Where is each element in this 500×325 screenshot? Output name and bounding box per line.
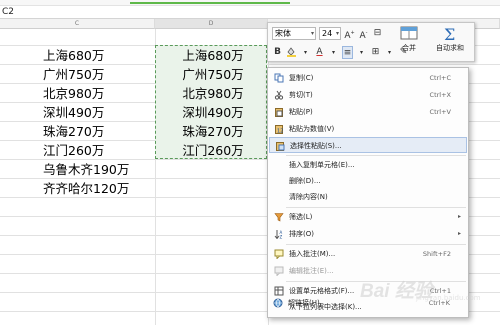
chevron-down-icon[interactable]: ▾ bbox=[328, 46, 339, 59]
menu-item-paste-special[interactable]: 选择性粘贴(S)... bbox=[269, 137, 467, 153]
copy-icon bbox=[274, 73, 284, 83]
font-name-select[interactable]: 宋体 ▾ bbox=[272, 26, 316, 40]
paste-values-icon: 12 bbox=[275, 125, 283, 135]
menu-item-copy[interactable]: 复制(C) Ctrl+C bbox=[269, 70, 467, 86]
sigma-icon: Σ bbox=[444, 25, 455, 43]
sort-icon: AZ bbox=[274, 230, 283, 240]
watermark-url: jingyan.baidu.com bbox=[416, 294, 481, 302]
autosum-label: 自动求和 bbox=[436, 44, 464, 52]
cell-c4[interactable]: 北京980万 bbox=[43, 84, 104, 103]
chevron-down-icon: ▾ bbox=[310, 29, 314, 37]
cell-c6[interactable]: 珠海270万 bbox=[43, 122, 104, 141]
column-header-c[interactable]: C bbox=[0, 19, 155, 29]
borders-icon[interactable]: ⊞ bbox=[370, 46, 381, 59]
svg-text:Σ: Σ bbox=[444, 25, 455, 43]
hyperlink-icon bbox=[273, 298, 283, 308]
cell-c2[interactable]: 上海680万 bbox=[43, 46, 104, 65]
fill-color-icon[interactable] bbox=[286, 46, 297, 59]
font-color-icon[interactable]: A bbox=[314, 46, 325, 59]
font-size-select[interactable]: 24 ▾ bbox=[319, 26, 341, 40]
filter-icon bbox=[274, 213, 284, 222]
paste-icon bbox=[275, 108, 283, 117]
align-center-icon[interactable]: ≡ bbox=[342, 45, 353, 59]
comment-icon bbox=[274, 249, 284, 259]
menu-separator bbox=[286, 155, 466, 156]
svg-text:Z: Z bbox=[280, 235, 283, 240]
menu-item-cut[interactable]: 剪切(T) Ctrl+X bbox=[269, 87, 467, 103]
cell-c3[interactable]: 广州750万 bbox=[43, 65, 104, 84]
menu-item-paste-values[interactable]: 12 粘贴为数值(V) bbox=[269, 121, 467, 137]
menu-item-paste[interactable]: 粘贴(P) Ctrl+V bbox=[269, 104, 467, 120]
cell-c9[interactable]: 齐齐哈尔120万 bbox=[43, 179, 129, 198]
mini-toolbar: 宋体 ▾ 24 ▾ A+ A- ⊟ B ▾ A ▾ ≡ ▾ ⊞ ▾ ✎ 合并 Σ 自… bbox=[267, 22, 475, 62]
cell-d6[interactable]: 珠海270万 bbox=[158, 122, 268, 141]
menu-item-sort[interactable]: AZ 排序(O) ▸ bbox=[269, 226, 467, 242]
merge-button[interactable]: 合并 bbox=[392, 25, 426, 61]
format-painter-icon[interactable]: ⊟ bbox=[372, 27, 383, 40]
chevron-down-icon[interactable]: ▾ bbox=[300, 46, 311, 59]
baidu-watermark: Bai 经验 jingyan.baidu.com bbox=[358, 274, 481, 304]
formula-bar: C2 bbox=[0, 6, 500, 19]
mini-toolbar-row-1: 宋体 ▾ 24 ▾ A+ A- ⊟ bbox=[272, 25, 383, 41]
menu-separator bbox=[286, 244, 466, 245]
menu-item-delete[interactable]: 删除(D)... bbox=[269, 173, 467, 189]
chevron-right-icon: ▸ bbox=[457, 213, 461, 220]
cell-c8[interactable]: 乌鲁木齐190万 bbox=[43, 160, 129, 179]
edit-comment-icon bbox=[274, 266, 284, 276]
cell-c5[interactable]: 深圳490万 bbox=[43, 103, 104, 122]
mini-toolbar-row-2: B ▾ A ▾ ≡ ▾ ⊞ ▾ ✎ bbox=[272, 44, 409, 60]
cut-icon bbox=[274, 90, 284, 100]
merge-icon bbox=[400, 26, 418, 40]
paste-special-icon bbox=[276, 142, 285, 151]
cell-d7[interactable]: 江门260万 bbox=[158, 141, 268, 160]
chevron-down-icon[interactable]: ▾ bbox=[356, 46, 367, 59]
menu-item-filter[interactable]: 筛选(L) ▸ bbox=[269, 209, 467, 225]
shrink-font-icon[interactable]: A- bbox=[358, 27, 369, 41]
font-name-value: 宋体 bbox=[275, 28, 291, 38]
grow-font-icon[interactable]: A+ bbox=[344, 27, 355, 41]
cell-d2[interactable]: 上海680万 bbox=[158, 46, 268, 65]
menu-item-insert-copied-cells[interactable]: 插入复制单元格(E)... bbox=[269, 157, 467, 173]
column-header-d[interactable]: D bbox=[155, 19, 268, 29]
menu-item-insert-comment[interactable]: 插入批注(M)... Shift+F2 bbox=[269, 246, 467, 262]
chevron-right-icon: ▸ bbox=[457, 230, 461, 237]
cell-d4[interactable]: 北京980万 bbox=[158, 84, 268, 103]
menu-separator bbox=[286, 207, 466, 208]
svg-text:12: 12 bbox=[277, 129, 283, 135]
cell-d3[interactable]: 广州750万 bbox=[158, 65, 268, 84]
active-tab-indicator bbox=[130, 2, 290, 4]
name-box[interactable]: C2 bbox=[2, 6, 14, 19]
font-size-value: 24 bbox=[322, 28, 333, 38]
bold-icon[interactable]: B bbox=[272, 46, 283, 59]
cell-d5[interactable]: 深圳490万 bbox=[158, 103, 268, 122]
cell-c7[interactable]: 江门260万 bbox=[43, 141, 104, 160]
chevron-down-icon: ▾ bbox=[335, 29, 339, 37]
menu-item-clear-contents[interactable]: 清除内容(N) bbox=[269, 189, 467, 205]
autosum-button[interactable]: Σ 自动求和 bbox=[428, 25, 472, 61]
merge-label: 合并 bbox=[402, 44, 416, 52]
